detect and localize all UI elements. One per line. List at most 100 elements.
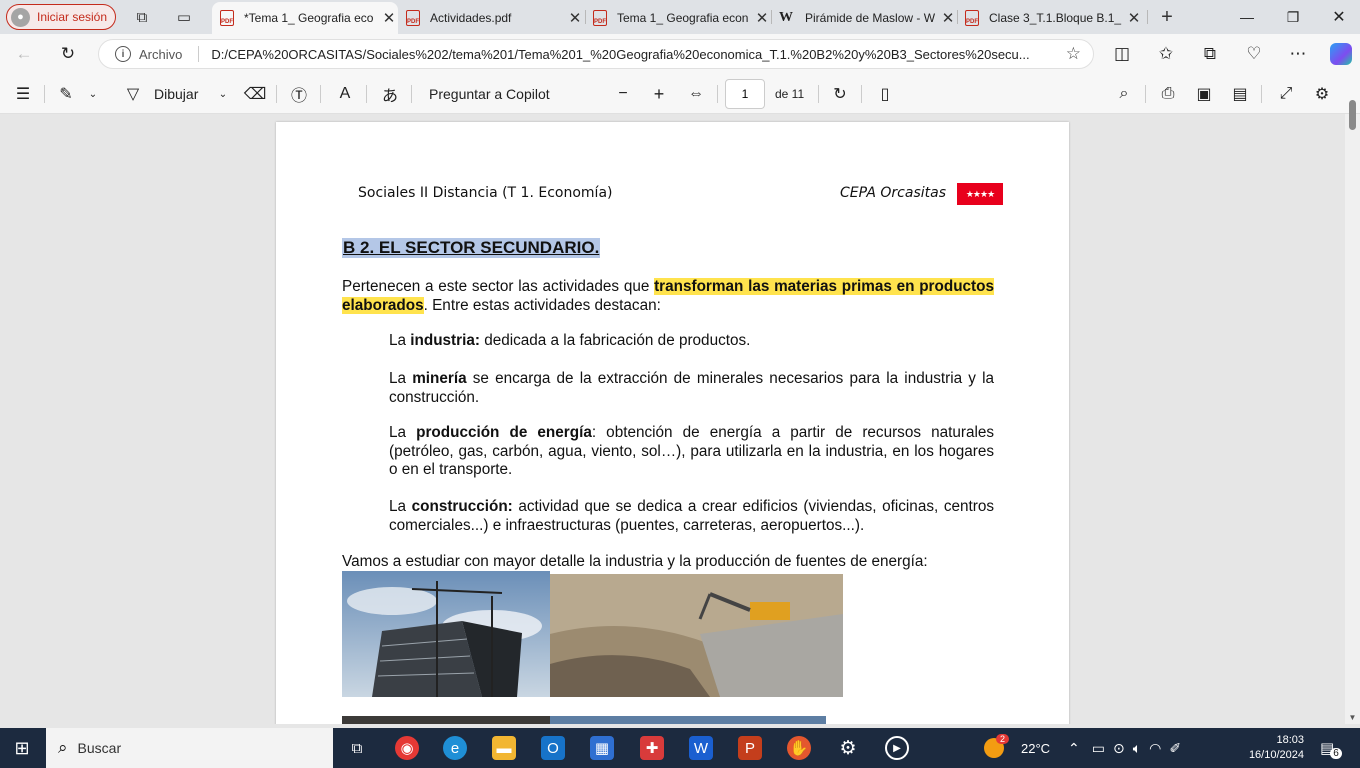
scheme-label: Archivo: [139, 46, 183, 62]
tab-title: Clase 3_T.1.Bloque B.1_: [989, 11, 1122, 25]
chevron-up-icon[interactable]: ⌃: [1068, 740, 1080, 757]
construction-photo: [342, 571, 550, 697]
settings-gear-icon[interactable]: ⚙: [1311, 84, 1333, 104]
favorite-star-icon[interactable]: ☆: [1066, 44, 1081, 64]
scroll-down-icon[interactable]: ▼: [1345, 713, 1360, 722]
photo-partial: [342, 716, 550, 724]
photo-partial: [550, 716, 826, 724]
vertical-scrollbar[interactable]: ▲ ▼: [1345, 100, 1360, 724]
print-icon[interactable]: ⎙: [1157, 84, 1179, 104]
page-total-label: de 11: [775, 87, 805, 101]
favorites-icon[interactable]: ✩: [1155, 43, 1177, 65]
split-screen-icon[interactable]: ◫: [1111, 43, 1133, 65]
settings-gear-icon[interactable]: ⚙: [836, 736, 860, 760]
minimize-button[interactable]: —: [1224, 0, 1270, 34]
tab-strip: ● Iniciar sesión ⧉ ▭ PDF *Tema 1_ Geogra…: [0, 0, 1360, 34]
wifi-icon[interactable]: ◠: [1149, 740, 1161, 757]
address-bar-row: ← ↻ i Archivo D:/CEPA%20ORCASITAS/Social…: [0, 34, 1360, 74]
collections-icon[interactable]: ⧉: [1199, 43, 1221, 65]
workspaces-icon[interactable]: ⧉: [132, 7, 152, 27]
contents-icon[interactable]: ☰: [12, 84, 34, 104]
system-tray[interactable]: ⌃ ▭ ⊙ 🔈︎ ◠ ✐: [1068, 728, 1181, 768]
chevron-down-icon[interactable]: ⌄: [82, 84, 104, 104]
notification-count: 6: [1330, 747, 1342, 759]
taskbar-search[interactable]: ⌕ Buscar: [46, 728, 333, 768]
search-label: Buscar: [77, 740, 122, 756]
page-number-input[interactable]: [725, 79, 765, 109]
powerpoint-icon[interactable]: P: [738, 736, 762, 760]
ask-copilot-button[interactable]: Preguntar a Copilot: [429, 84, 550, 104]
browser-essentials-icon[interactable]: ♡: [1243, 43, 1265, 65]
intro-text: Pertenecen a este sector las actividades…: [342, 278, 655, 295]
refresh-icon[interactable]: ↻: [57, 43, 79, 65]
media-player-icon[interactable]: ▶: [885, 736, 909, 760]
eraser-icon[interactable]: ⌫: [244, 84, 267, 104]
volume-icon[interactable]: 🔈︎: [1133, 740, 1141, 757]
text-box-icon[interactable]: Ⓣ: [288, 84, 310, 105]
close-window-button[interactable]: ✕: [1316, 0, 1360, 34]
store-icon[interactable]: ▦: [590, 736, 614, 760]
address-bar[interactable]: i Archivo D:/CEPA%20ORCASITAS/Sociales%2…: [98, 39, 1094, 69]
chrome-icon[interactable]: ◉: [395, 736, 419, 760]
read-aloud-icon[interactable]: A: [334, 84, 356, 104]
close-tab-icon[interactable]: ✕: [939, 9, 957, 27]
battery-icon[interactable]: ▭: [1092, 740, 1105, 757]
pen-icon[interactable]: ✐: [1169, 740, 1181, 757]
mining-photo: [550, 574, 843, 697]
profile-button[interactable]: ● Iniciar sesión: [6, 4, 116, 30]
fullscreen-icon[interactable]: ⤢: [1275, 84, 1297, 104]
save-icon[interactable]: ▣: [1193, 84, 1215, 104]
task-view-icon[interactable]: ⧉: [345, 736, 369, 760]
info-icon[interactable]: i: [115, 46, 131, 62]
zoom-in-icon[interactable]: +: [648, 84, 670, 104]
edge-icon[interactable]: e: [443, 736, 467, 760]
translate-icon[interactable]: あ: [379, 84, 401, 105]
tab-actions-icon[interactable]: ▭: [174, 7, 194, 27]
app-icon[interactable]: ✋: [787, 736, 811, 760]
highlight-icon[interactable]: ✎: [55, 84, 77, 104]
tab-clase3[interactable]: PDF Clase 3_T.1.Bloque B.1_ ✕: [957, 2, 1143, 34]
fit-width-icon[interactable]: ⇔: [685, 84, 707, 104]
copilot-icon[interactable]: [1330, 43, 1352, 65]
url-text[interactable]: D:/CEPA%20ORCASITAS/Sociales%202/tema%20…: [211, 47, 1041, 62]
tab-maslow[interactable]: W Pirámide de Maslow - W ✕: [771, 2, 957, 34]
gift-icon[interactable]: ✚: [640, 736, 664, 760]
pdf-icon: PDF: [965, 10, 979, 26]
save-as-icon[interactable]: ▤: [1229, 84, 1251, 104]
network-icon[interactable]: ⊙: [1113, 740, 1125, 757]
profile-label: Iniciar sesión: [37, 10, 108, 24]
outlook-icon[interactable]: O: [541, 736, 565, 760]
close-tab-icon[interactable]: ✕: [753, 9, 771, 27]
page-header-right: CEPA Orcasitas: [840, 185, 946, 201]
tab-tema1[interactable]: PDF Tema 1_ Geografia econ ✕: [585, 2, 771, 34]
close-tab-icon[interactable]: ✕: [380, 9, 398, 27]
tab-pdf-active[interactable]: PDF *Tema 1_ Geografia eco ✕: [212, 2, 398, 34]
windows-start-icon[interactable]: ⊞: [10, 736, 34, 760]
close-tab-icon[interactable]: ✕: [1125, 9, 1143, 27]
list-item: La producción de energía: obtención de e…: [389, 424, 995, 478]
weather-widget[interactable]: 2 22°C: [984, 728, 1050, 768]
chevron-down-icon[interactable]: ⌄: [212, 84, 234, 104]
search-icon[interactable]: ⌕: [1113, 84, 1135, 104]
tab-title: Pirámide de Maslow - W: [805, 11, 936, 25]
back-icon[interactable]: ←: [13, 43, 35, 65]
pdf-viewer[interactable]: Sociales II Distancia (T 1. Economía) CE…: [0, 114, 1345, 724]
file-explorer-icon[interactable]: ▬: [492, 736, 516, 760]
zoom-out-icon[interactable]: −: [612, 84, 634, 104]
intro-paragraph: Pertenecen a este sector las actividades…: [342, 278, 994, 315]
wordament-icon[interactable]: W: [689, 736, 713, 760]
clock[interactable]: 18:03 16/10/2024: [1246, 728, 1304, 768]
rotate-icon[interactable]: ↻: [829, 84, 851, 104]
notifications-button[interactable]: ▤ 6: [1320, 728, 1342, 768]
restore-button[interactable]: ❐: [1270, 0, 1316, 34]
avatar-icon: ●: [11, 7, 30, 27]
more-menu-icon[interactable]: ⋯: [1287, 43, 1309, 65]
page-view-icon[interactable]: ▯: [874, 84, 896, 104]
pdf-page: Sociales II Distancia (T 1. Economía) CE…: [276, 122, 1069, 724]
close-tab-icon[interactable]: ✕: [566, 9, 584, 27]
tab-actividades[interactable]: PDF Actividades.pdf ✕: [398, 2, 584, 34]
scroll-thumb[interactable]: [1349, 100, 1356, 130]
draw-button[interactable]: Dibujar: [154, 84, 198, 104]
draw-icon[interactable]: ▽: [122, 84, 144, 104]
new-tab-icon[interactable]: +: [1157, 6, 1177, 28]
